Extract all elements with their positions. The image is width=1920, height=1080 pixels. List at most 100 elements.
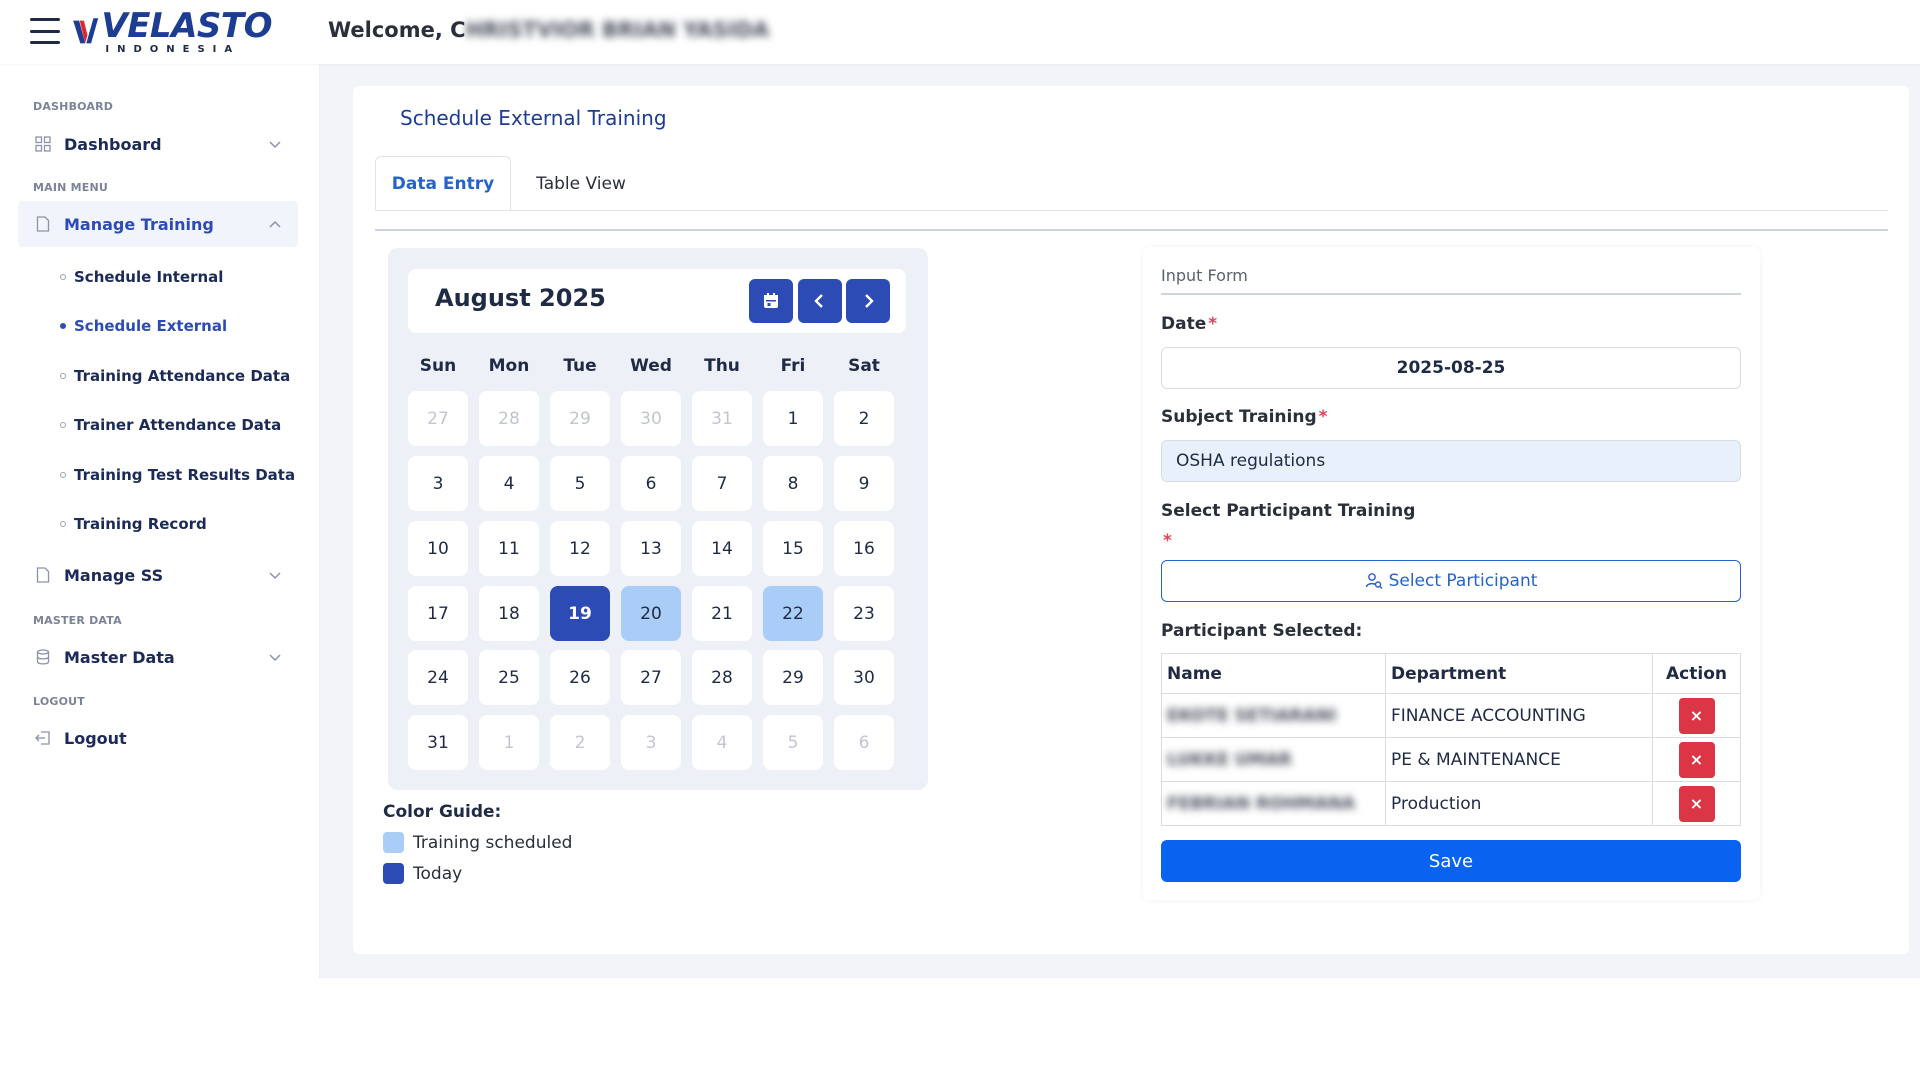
sidebar-subitem-label: Schedule Internal xyxy=(74,268,224,286)
hamburger-menu-icon[interactable] xyxy=(30,18,60,44)
logo-mark-icon xyxy=(73,18,99,44)
calendar-day[interactable]: 27 xyxy=(408,391,468,446)
calendar-day[interactable]: 29 xyxy=(550,391,610,446)
sidebar-item-label: Manage SS xyxy=(64,565,164,585)
tab-divider xyxy=(375,210,1888,211)
sidebar-item-logout[interactable]: Logout xyxy=(18,715,298,761)
calendar-day[interactable]: 24 xyxy=(408,650,468,705)
calendar-day[interactable]: 1 xyxy=(479,715,539,770)
calendar-day[interactable]: 23 xyxy=(834,586,894,641)
calendar-day[interactable]: 31 xyxy=(692,391,752,446)
save-button[interactable]: Save xyxy=(1161,840,1741,882)
calendar-prev-button[interactable] xyxy=(798,279,842,323)
calendar-day[interactable]: 2 xyxy=(834,391,894,446)
calendar-day[interactable]: 14 xyxy=(692,521,752,576)
sidebar-item-manage-ss[interactable]: Manage SS xyxy=(18,552,298,598)
calendar-next-button[interactable] xyxy=(846,279,890,323)
date-label-text: Date xyxy=(1161,314,1207,334)
calendar-day[interactable]: 3 xyxy=(408,456,468,511)
grid-icon xyxy=(34,135,52,153)
calendar-day[interactable]: 3 xyxy=(621,715,681,770)
calendar-day[interactable]: 2 xyxy=(550,715,610,770)
participant-action-cell: × xyxy=(1652,737,1741,782)
chevron-down-icon xyxy=(269,572,281,580)
sidebar-item-master-data[interactable]: Master Data xyxy=(18,634,298,680)
calendar-day[interactable]: 25 xyxy=(479,650,539,705)
remove-participant-button[interactable]: × xyxy=(1678,785,1715,822)
form-heading-divider xyxy=(1161,293,1741,295)
date-field[interactable]: 2025-08-25 xyxy=(1161,347,1741,389)
calendar-today-button[interactable] xyxy=(749,279,793,323)
participant-name-blurred: FEBRIAN ROHMANA xyxy=(1167,793,1356,814)
calendar-day[interactable]: 7 xyxy=(692,456,752,511)
calendar-day[interactable]: 6 xyxy=(834,715,894,770)
calendar-icon xyxy=(764,293,778,308)
calendar-day[interactable]: 5 xyxy=(550,456,610,511)
select-participant-label: Select Participant Training xyxy=(1161,501,1416,521)
calendar-day[interactable]: 13 xyxy=(621,521,681,576)
input-form-heading: Input Form xyxy=(1161,266,1248,285)
calendar-day[interactable]: 11 xyxy=(479,521,539,576)
sidebar-item-manage-training[interactable]: Manage Training xyxy=(18,201,298,247)
logo-word: VELASTO xyxy=(101,6,272,46)
calendar-day[interactable]: 17 xyxy=(408,586,468,641)
calendar-day[interactable]: 1 xyxy=(763,391,823,446)
calendar-day[interactable]: 9 xyxy=(834,456,894,511)
calendar-day[interactable]: 10 xyxy=(408,521,468,576)
select-participant-button[interactable]: Select Participant xyxy=(1161,560,1741,602)
table-header-row: Name Department Action xyxy=(1161,653,1741,694)
table-row: LUKKE UMAR PE & MAINTENANCE × xyxy=(1161,737,1741,782)
calendar-day[interactable]: 27 xyxy=(621,650,681,705)
remove-participant-button[interactable]: × xyxy=(1678,741,1715,778)
calendar-day[interactable]: 21 xyxy=(692,586,752,641)
date-label: Date * xyxy=(1161,314,1217,334)
sidebar-subitem-schedule-external[interactable]: Schedule External xyxy=(60,313,227,339)
calendar-day[interactable]: 28 xyxy=(479,391,539,446)
sidebar-subitem-test-results[interactable]: Training Test Results Data xyxy=(60,462,295,488)
sidebar-item-label: Manage Training xyxy=(64,214,214,234)
calendar-day[interactable]: 22 xyxy=(763,586,823,641)
column-header-action: Action xyxy=(1652,653,1741,694)
participant-action-cell: × xyxy=(1652,781,1741,826)
calendar-day[interactable]: 6 xyxy=(621,456,681,511)
tab-data-entry[interactable]: Data Entry xyxy=(375,156,511,211)
calendar-day[interactable]: 31 xyxy=(408,715,468,770)
tab-bar: Data Entry Table View xyxy=(375,156,1888,230)
chevron-right-icon xyxy=(865,294,874,308)
tab-table-view[interactable]: Table View xyxy=(511,156,651,211)
sidebar-subitem-training-attendance[interactable]: Training Attendance Data xyxy=(60,363,290,389)
calendar-day[interactable]: 18 xyxy=(479,586,539,641)
calendar-day[interactable]: 28 xyxy=(692,650,752,705)
calendar-day[interactable]: 30 xyxy=(834,650,894,705)
welcome-message: Welcome, C HRISTVIOR BRIAN YASIDA xyxy=(328,18,769,42)
calendar-day[interactable]: 15 xyxy=(763,521,823,576)
calendar-day[interactable]: 16 xyxy=(834,521,894,576)
sidebar-subitem-schedule-internal[interactable]: Schedule Internal xyxy=(60,264,223,290)
calendar-day[interactable]: 12 xyxy=(550,521,610,576)
file-icon xyxy=(34,566,52,584)
calendar-day[interactable]: 5 xyxy=(763,715,823,770)
column-header-department: Department xyxy=(1385,653,1653,694)
company-logo: VELASTO INDONESIA xyxy=(72,6,272,58)
calendar-day[interactable]: 8 xyxy=(763,456,823,511)
required-marker: * xyxy=(1208,314,1218,334)
calendar-day[interactable]: 29 xyxy=(763,650,823,705)
required-marker: * xyxy=(1318,407,1328,427)
sidebar-item-dashboard[interactable]: Dashboard xyxy=(18,121,298,167)
sidebar-subitem-trainer-attendance[interactable]: Trainer Attendance Data xyxy=(60,412,281,438)
color-guide-scheduled: Training scheduled xyxy=(383,832,572,853)
weekday-header: Fri xyxy=(780,356,806,376)
sidebar-subitem-training-record[interactable]: Training Record xyxy=(60,511,207,537)
table-row: FEBRIAN ROHMANA Production × xyxy=(1161,781,1741,826)
calendar-day[interactable]: 30 xyxy=(621,391,681,446)
top-bar: VELASTO INDONESIA Welcome, C HRISTVIOR B… xyxy=(0,0,1920,64)
calendar-day[interactable]: 19 xyxy=(550,586,610,641)
participant-name: LUKKE UMAR xyxy=(1161,737,1386,782)
remove-participant-button[interactable]: × xyxy=(1678,697,1715,734)
calendar-day[interactable]: 4 xyxy=(692,715,752,770)
calendar-day[interactable]: 4 xyxy=(479,456,539,511)
calendar-day[interactable]: 26 xyxy=(550,650,610,705)
subject-training-field[interactable]: OSHA regulations xyxy=(1161,440,1741,482)
database-icon xyxy=(34,648,52,666)
calendar-day[interactable]: 20 xyxy=(621,586,681,641)
